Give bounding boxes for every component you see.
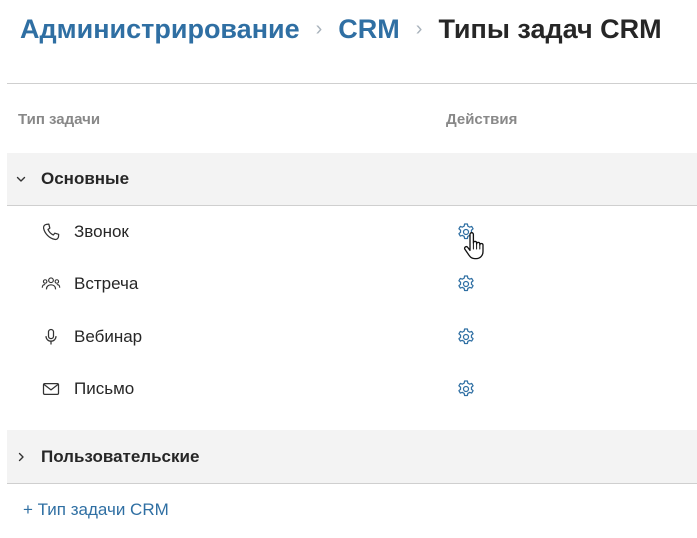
page-title: Типы задач CRM — [438, 13, 662, 44]
group-row-custom[interactable]: Пользовательские — [7, 430, 697, 484]
breadcrumb-link-administration[interactable]: Администрирование — [20, 14, 300, 45]
phone-icon — [42, 223, 60, 241]
column-header-task-type: Тип задачи — [18, 111, 101, 128]
add-task-type-button[interactable]: + Тип задачи CRM — [23, 500, 169, 520]
group-label: Пользовательские — [41, 446, 200, 466]
table-row: Письмо — [7, 363, 697, 415]
settings-gear-icon[interactable] — [456, 327, 476, 347]
breadcrumb: Администрирование › CRM › Типы задач CRM — [20, 10, 662, 48]
task-type-label: Вебинар — [74, 327, 143, 346]
task-type-label: Встреча — [74, 274, 139, 293]
task-type-label: Письмо — [74, 379, 135, 398]
breadcrumb-separator: › — [315, 17, 323, 40]
settings-gear-icon[interactable] — [456, 222, 476, 242]
people-icon — [41, 277, 61, 290]
task-type-label: Звонок — [74, 222, 129, 241]
breadcrumb-link-crm[interactable]: CRM — [338, 14, 400, 45]
microphone-icon — [45, 328, 57, 345]
table-row: Звонок — [7, 206, 697, 258]
chevron-right-icon — [18, 452, 24, 461]
table-row: Встреча — [7, 258, 697, 310]
table-header: Тип задачи Действия — [7, 83, 697, 154]
chevron-down-icon — [16, 176, 26, 182]
breadcrumb-separator: › — [415, 17, 423, 40]
group-row-main[interactable]: Основные — [7, 153, 697, 206]
settings-gear-icon[interactable] — [456, 274, 476, 294]
envelope-icon — [42, 382, 60, 396]
column-header-actions: Действия — [446, 111, 518, 128]
table-row: Вебинар — [7, 311, 697, 363]
settings-gear-icon[interactable] — [456, 379, 476, 399]
group-label: Основные — [41, 169, 130, 188]
